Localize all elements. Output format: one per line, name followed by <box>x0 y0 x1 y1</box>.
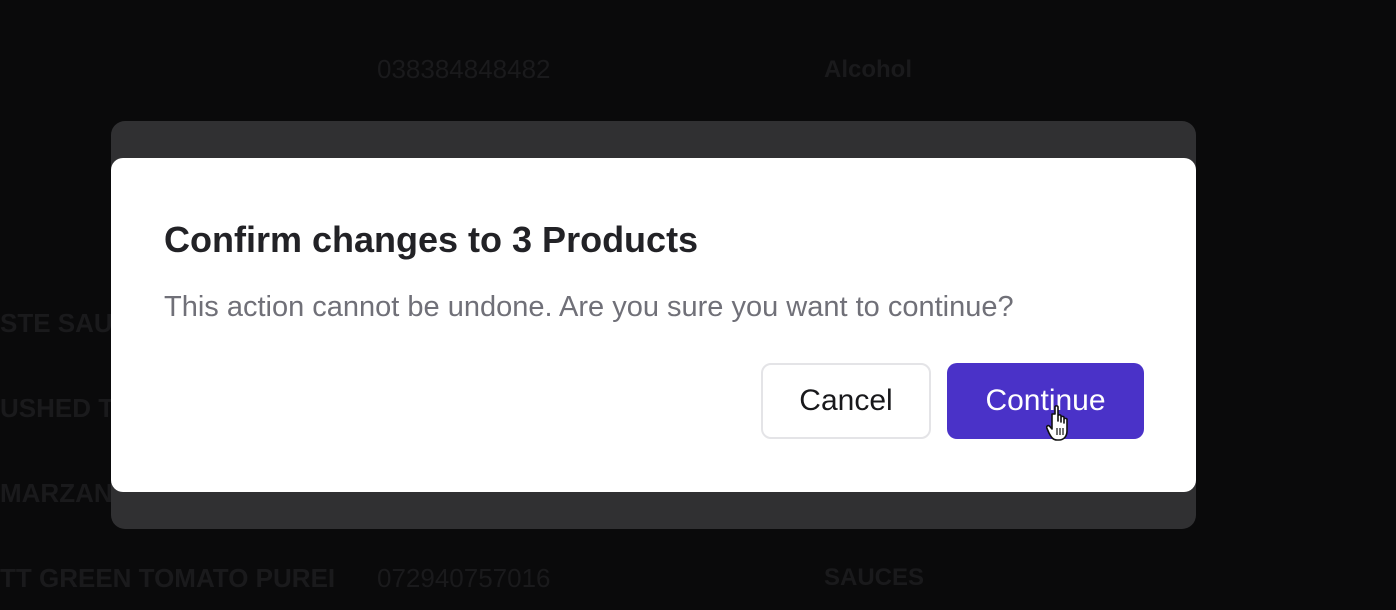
row-product-name: USHED T <box>0 393 115 423</box>
cancel-button[interactable]: Cancel <box>761 363 931 439</box>
row-barcode: 038384848482 <box>377 54 551 84</box>
row-category: SAUCES <box>824 564 925 591</box>
hand-pointer-icon <box>1046 405 1068 441</box>
row-product-name: TT GREEN TOMATO PUREI <box>0 563 336 593</box>
row-category: Alcohol <box>824 56 912 83</box>
dialog-title: Confirm changes to 3 Products <box>164 219 699 260</box>
dialog-description: This action cannot be undone. Are you su… <box>164 291 1014 323</box>
row-product-name: STE SAU <box>0 308 113 338</box>
confirm-dialog: Confirm changes to 3 Products This actio… <box>111 158 1196 492</box>
row-product-name: MARZAN <box>0 478 113 508</box>
page: 038384848482 Alcohol STE SAU USHED T MAR… <box>0 0 1396 610</box>
row-barcode: 072940757016 <box>377 563 551 593</box>
